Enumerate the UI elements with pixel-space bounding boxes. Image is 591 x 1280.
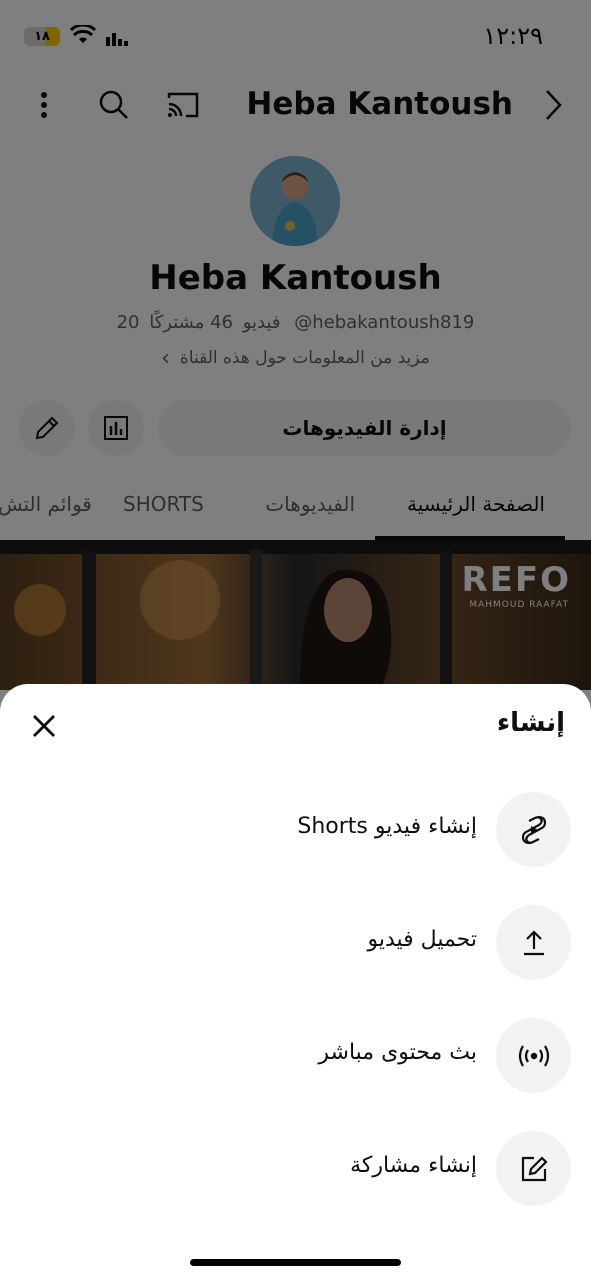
create-post-item[interactable]: إنشاء مشاركة	[0, 1131, 591, 1211]
post-edit-icon	[496, 1131, 571, 1206]
create-shorts-item[interactable]: إنشاء فيديو Shorts	[0, 792, 591, 872]
create-sheet: إنشاء إنشاء فيديو Shorts تحميل فيديو بث …	[0, 684, 591, 1280]
shorts-icon	[496, 792, 571, 867]
upload-icon	[496, 905, 571, 980]
home-indicator[interactable]	[190, 1259, 401, 1266]
upload-video-item[interactable]: تحميل فيديو	[0, 905, 591, 985]
create-shorts-label: إنشاء فيديو Shorts	[297, 814, 477, 839]
close-icon[interactable]	[28, 710, 60, 742]
live-icon	[496, 1018, 571, 1093]
upload-video-label: تحميل فيديو	[367, 927, 477, 952]
go-live-item[interactable]: بث محتوى مباشر	[0, 1018, 591, 1098]
create-post-label: إنشاء مشاركة	[350, 1153, 477, 1178]
sheet-title: إنشاء	[496, 708, 565, 738]
go-live-label: بث محتوى مباشر	[318, 1040, 477, 1065]
